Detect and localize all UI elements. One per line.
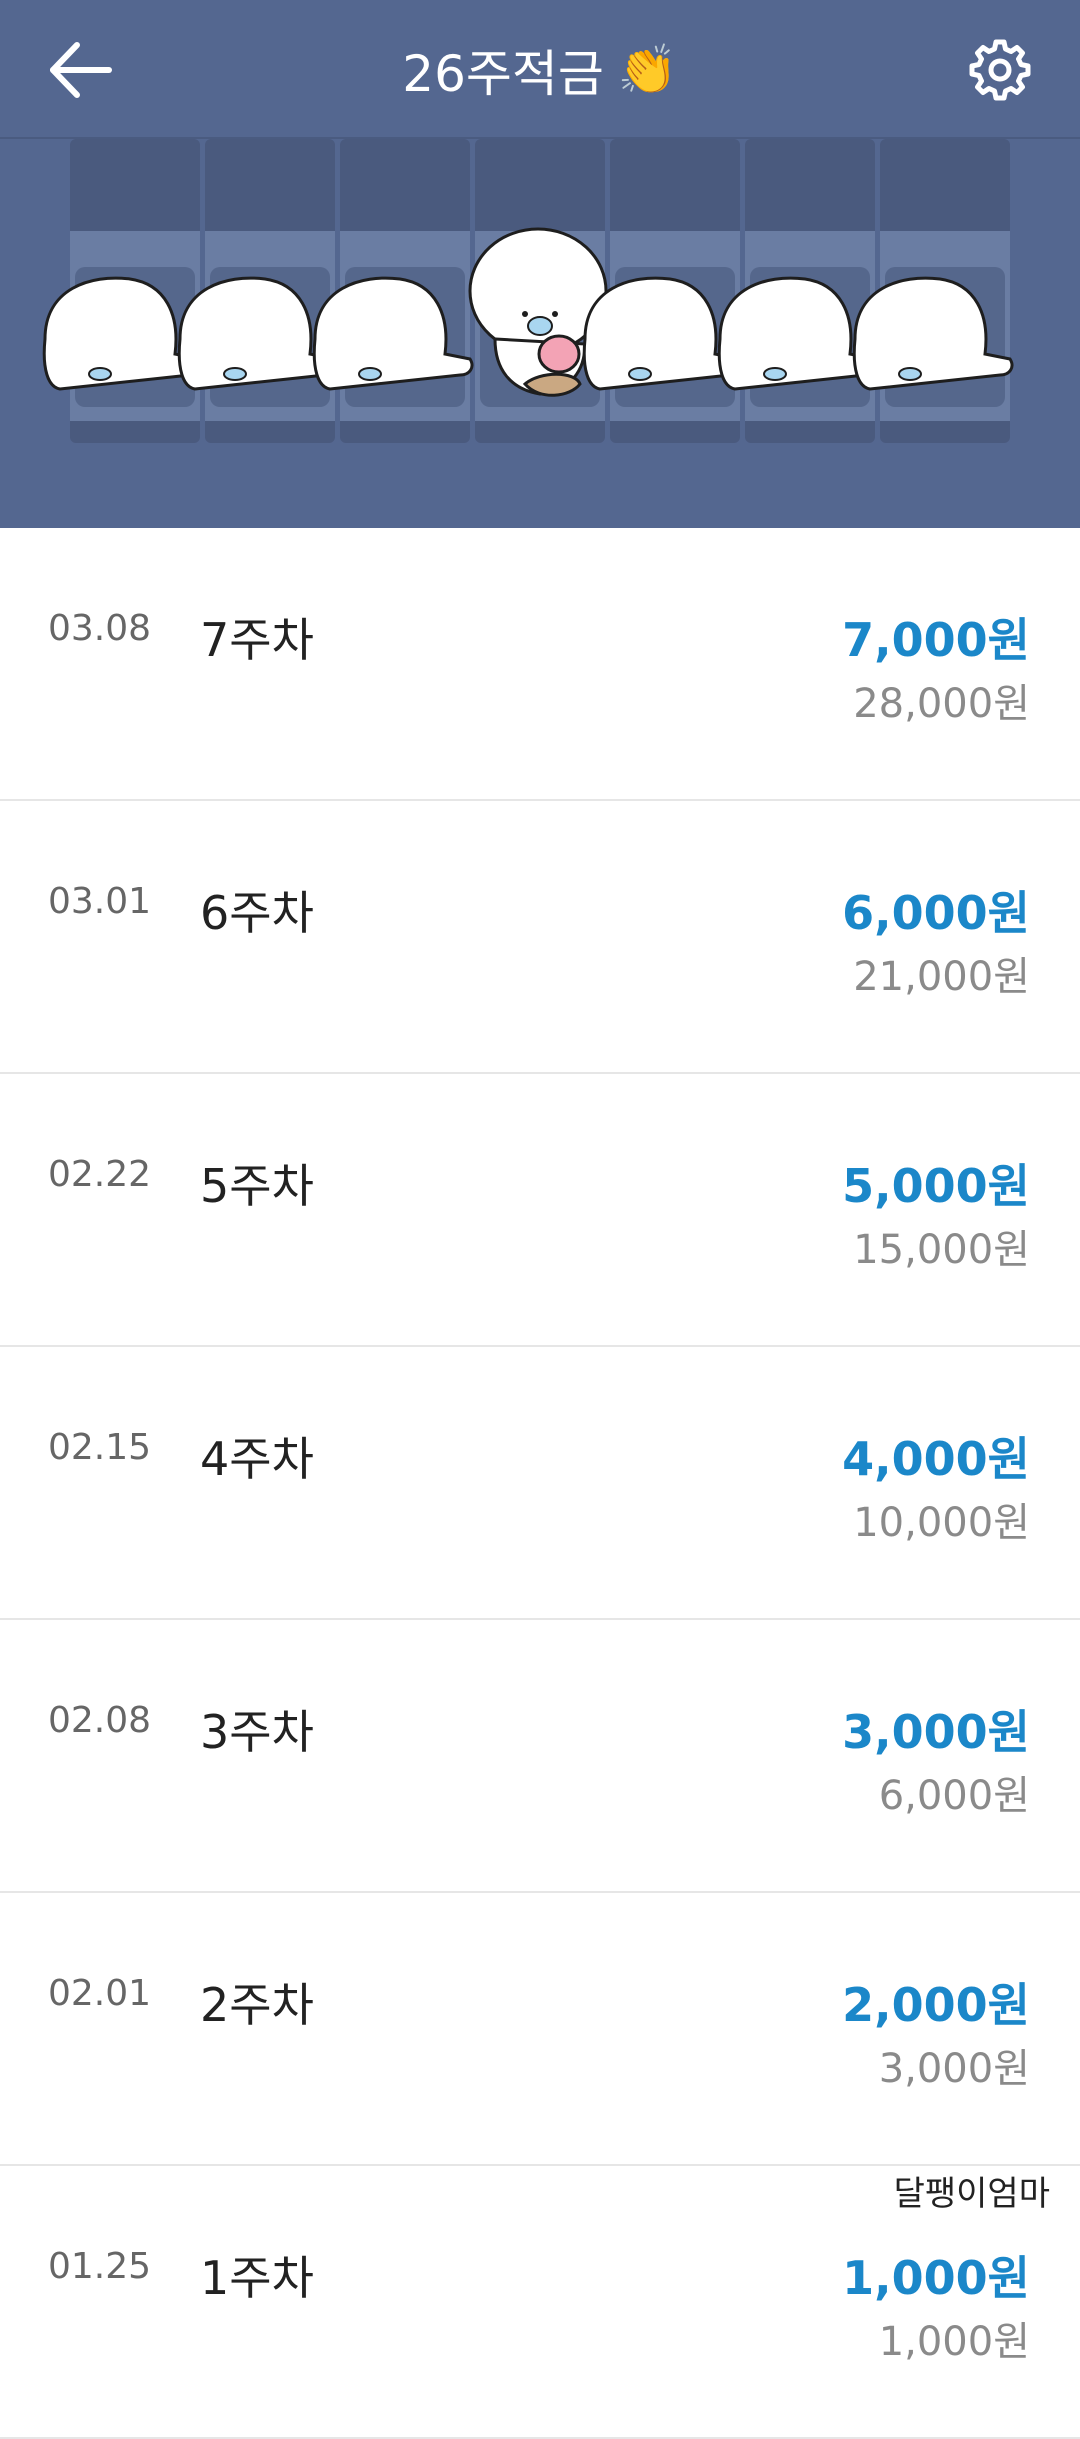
savings-entry-row[interactable]: 03.08 7주차 7,000원 28,000원 xyxy=(0,528,1080,801)
entry-cumulative-total: 3,000원 xyxy=(878,2046,1030,2092)
entry-week: 7주차 xyxy=(200,613,314,667)
savings-entry-row[interactable]: 03.01 6주차 6,000원 21,000원 xyxy=(0,801,1080,1074)
arrow-left-icon xyxy=(50,42,112,98)
entry-date: 01.25 xyxy=(48,2246,152,2287)
back-button[interactable] xyxy=(30,20,130,120)
app-header: 26주적금 👏 xyxy=(0,0,1080,139)
settings-button[interactable] xyxy=(950,20,1050,120)
entry-week: 3주차 xyxy=(200,1705,314,1759)
page-title-text: 26주적금 xyxy=(402,45,604,103)
page-title: 26주적금 👏 xyxy=(240,20,840,120)
gear-icon xyxy=(969,39,1031,101)
entry-amount: 4,000원 xyxy=(842,1432,1030,1486)
entry-amount: 2,000원 xyxy=(842,1978,1030,2032)
savings-entry-list: 03.08 7주차 7,000원 28,000원 03.01 6주차 6,000원 21,00… xyxy=(0,528,1080,2439)
savings-entry-row[interactable]: 02.08 3주차 3,000원 6,000원 xyxy=(0,1620,1080,1893)
entry-amount: 1,000원 xyxy=(842,2251,1030,2305)
entry-date: 03.01 xyxy=(48,881,152,922)
savings-entry-row[interactable]: 02.22 5주차 5,000원 15,000원 xyxy=(0,1074,1080,1347)
entry-date: 03.08 xyxy=(48,608,152,649)
entry-date: 02.22 xyxy=(48,1154,152,1195)
entry-cumulative-total: 10,000원 xyxy=(853,1500,1030,1546)
entry-amount: 3,000원 xyxy=(842,1705,1030,1759)
entry-amount: 5,000원 xyxy=(842,1159,1030,1213)
seal-mascots-illustration xyxy=(42,139,1014,443)
entry-amount: 7,000원 xyxy=(842,613,1030,667)
entry-cumulative-total: 28,000원 xyxy=(853,681,1030,727)
entry-week: 1주차 xyxy=(200,2251,314,2305)
entry-week: 5주차 xyxy=(200,1159,314,1213)
entry-date: 02.01 xyxy=(48,1973,152,2014)
entry-cumulative-total: 1,000원 xyxy=(878,2319,1030,2365)
entry-amount: 6,000원 xyxy=(842,886,1030,940)
entry-date: 02.15 xyxy=(48,1427,152,1468)
clapping-hands-icon: 👏 xyxy=(617,42,678,98)
entry-week: 4주차 xyxy=(200,1432,314,1486)
mascot-banner xyxy=(0,139,1080,528)
entry-cumulative-total: 21,000원 xyxy=(853,954,1030,1000)
entry-week: 6주차 xyxy=(200,886,314,940)
savings-entry-row[interactable]: 02.15 4주차 4,000원 10,000원 xyxy=(0,1347,1080,1620)
savings-entry-row[interactable]: 02.01 2주차 2,000원 3,000원 xyxy=(0,1893,1080,2166)
entry-date: 02.08 xyxy=(48,1700,152,1741)
entry-cumulative-total: 15,000원 xyxy=(853,1227,1030,1273)
watermark-text: 달팽이엄마 xyxy=(893,2174,1050,2214)
entry-cumulative-total: 6,000원 xyxy=(878,1773,1030,1819)
entry-week: 2주차 xyxy=(200,1978,314,2032)
